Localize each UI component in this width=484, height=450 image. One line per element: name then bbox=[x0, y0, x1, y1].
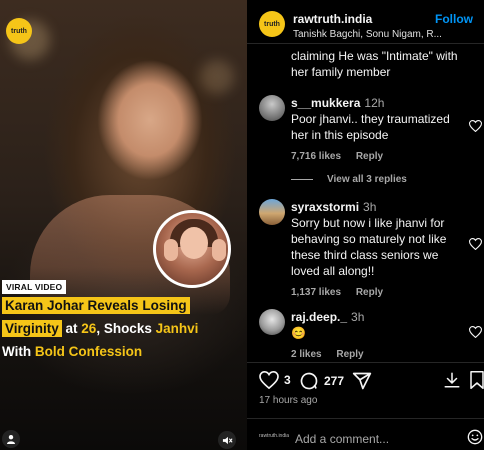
like-button[interactable]: 3 bbox=[259, 371, 291, 389]
download-button[interactable] bbox=[443, 371, 461, 389]
comment-likes[interactable]: 7,716 likes bbox=[291, 151, 341, 162]
post-media[interactable]: truth VIRAL VIDEO Karan Johar Reveals Lo… bbox=[0, 0, 247, 450]
media-headline: Karan Johar Reveals Losing Virginity at … bbox=[2, 296, 242, 365]
comment-button[interactable]: 277 bbox=[299, 371, 344, 391]
audio-attribution[interactable]: Tanishk Bagchi, Sonu Nigam, R... bbox=[293, 29, 442, 40]
headline-line-3: With Bold Confession bbox=[2, 342, 242, 362]
speaker-muted-icon[interactable] bbox=[218, 431, 236, 449]
headline-janhvi: Janhvi bbox=[155, 321, 199, 336]
headline-line-2: Virginity at 26, Shocks Janhvi bbox=[2, 319, 242, 339]
clipped-comment-text: claiming He was "Intimate" with her fami… bbox=[291, 49, 458, 79]
viral-video-tag: VIRAL VIDEO bbox=[2, 280, 67, 294]
headline-at: at bbox=[61, 321, 82, 336]
brand-logo: truth bbox=[6, 18, 32, 44]
background-light bbox=[200, 60, 234, 94]
avatar[interactable] bbox=[259, 95, 285, 121]
reaction-inset-image bbox=[153, 210, 231, 288]
headline-age: 26 bbox=[81, 321, 97, 336]
view-replies-link[interactable]: View all 3 replies bbox=[291, 174, 407, 185]
author-username[interactable]: rawtruth.india bbox=[293, 12, 372, 26]
save-button[interactable] bbox=[469, 371, 484, 389]
post-side-panel: truth rawtruth.india Follow Tanishk Bagc… bbox=[247, 0, 484, 450]
author-avatar[interactable]: truth bbox=[259, 11, 285, 37]
post-header: truth rawtruth.india Follow Tanishk Bagc… bbox=[247, 0, 484, 44]
account-tag: rawtruth.india bbox=[259, 433, 290, 439]
avatar[interactable] bbox=[259, 309, 285, 335]
add-comment-bar: rawtruth.india Add a comment... bbox=[247, 418, 484, 450]
reply-button[interactable]: Reply bbox=[356, 287, 383, 298]
view-replies-label: View all 3 replies bbox=[327, 174, 407, 185]
headline-line-1-text: Karan Johar Reveals Losing bbox=[2, 297, 190, 314]
bookmark-icon bbox=[470, 371, 484, 389]
emoji-icon[interactable] bbox=[467, 429, 483, 450]
comment-time: 12h bbox=[364, 96, 385, 110]
download-icon bbox=[444, 372, 460, 388]
headline-virginity: Virginity bbox=[2, 320, 62, 337]
reply-button[interactable]: Reply bbox=[336, 349, 363, 360]
headline-with: With bbox=[2, 344, 35, 359]
share-button[interactable] bbox=[352, 371, 372, 391]
comments-list[interactable]: claiming He was "Intimate" with her fami… bbox=[247, 44, 484, 362]
post-timestamp[interactable]: 17 hours ago bbox=[259, 395, 317, 406]
headline-line-1: Karan Johar Reveals Losing bbox=[2, 296, 242, 316]
comment-likes[interactable]: 1,137 likes bbox=[291, 287, 341, 298]
comment-count: 277 bbox=[324, 374, 345, 388]
comment-username[interactable]: syraxstormi bbox=[291, 200, 359, 214]
like-count: 3 bbox=[284, 373, 291, 387]
comment-time: 3h bbox=[363, 200, 377, 214]
headline-shocks: , Shocks bbox=[96, 321, 156, 336]
send-icon bbox=[352, 372, 372, 390]
reply-button[interactable]: Reply bbox=[356, 151, 383, 162]
comment-username[interactable]: raj.deep._ bbox=[291, 310, 347, 324]
comment-likes[interactable]: 2 likes bbox=[291, 349, 322, 360]
comment-text: Sorry but now i like jhanvi for behaving… bbox=[291, 216, 447, 278]
comment-text: 😊 bbox=[291, 326, 306, 340]
follow-button[interactable]: Follow bbox=[435, 12, 473, 26]
post-action-bar: 3 277 17 hours ago bbox=[247, 362, 484, 412]
comment-icon bbox=[300, 372, 318, 390]
comment-input[interactable]: Add a comment... bbox=[295, 432, 389, 446]
heart-icon[interactable] bbox=[468, 119, 483, 137]
heart-icon[interactable] bbox=[468, 325, 483, 343]
person-icon[interactable] bbox=[2, 430, 20, 448]
headline-bold-confession: Bold Confession bbox=[34, 344, 143, 359]
avatar[interactable] bbox=[259, 199, 285, 225]
comment-username[interactable]: s__mukkera bbox=[291, 96, 360, 110]
heart-icon[interactable] bbox=[468, 237, 483, 255]
heart-icon bbox=[259, 371, 279, 389]
comment-text: Poor jhanvi.. they traumatized her in th… bbox=[291, 112, 450, 142]
comment-time: 3h bbox=[351, 310, 365, 324]
